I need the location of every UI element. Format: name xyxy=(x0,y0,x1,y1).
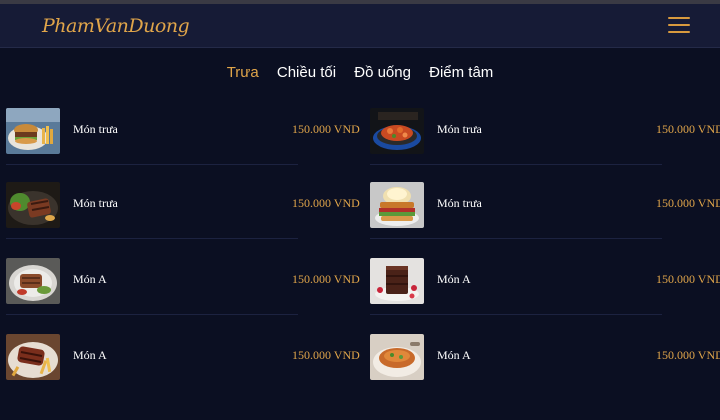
menu-item-price: 150.000 VND xyxy=(656,272,720,286)
menu-item[interactable]: Món A 150.000 VND xyxy=(6,256,360,318)
menu-item-price: 150.000 VND xyxy=(656,196,720,210)
menu-item-name: Món trưa xyxy=(73,196,118,210)
food-image-sandwich xyxy=(370,182,424,228)
menu-item-price: 150.000 VND xyxy=(656,348,720,362)
food-image-pasta-pan xyxy=(370,108,424,154)
tab-chieu-toi[interactable]: Chiều tối xyxy=(277,64,336,81)
divider xyxy=(6,238,298,239)
page-bottom-edge xyxy=(0,414,720,420)
food-image-steak-salad xyxy=(6,182,60,228)
menu-item-name: Món A xyxy=(437,348,471,362)
menu-item-name: Món A xyxy=(437,272,471,286)
menu-category-tabs: Trưa Chiều tối Đồ uống Điểm tâm xyxy=(0,64,720,86)
navbar: PhamVanDuong xyxy=(0,4,720,48)
menu-item-name: Món trưa xyxy=(73,122,118,136)
menu-item-name: Món A xyxy=(73,348,107,362)
food-image-grilled-meat-plate xyxy=(6,258,60,304)
divider xyxy=(370,164,662,165)
menu-item-price: 150.000 VND xyxy=(292,348,360,362)
menu-item[interactable]: Món trưa 150.000 VND xyxy=(6,180,360,242)
menu-item-price: 150.000 VND xyxy=(292,196,360,210)
menu-item[interactable]: Món A 150.000 VND xyxy=(6,332,360,394)
menu-item-name: Món trưa xyxy=(437,196,482,210)
menu-item-price: 150.000 VND xyxy=(656,122,720,136)
divider xyxy=(370,238,662,239)
divider xyxy=(6,314,298,315)
divider xyxy=(6,164,298,165)
menu-item-name: Món trưa xyxy=(437,122,482,136)
menu-item-name: Món A xyxy=(73,272,107,286)
menu-item-price: 150.000 VND xyxy=(292,272,360,286)
food-image-soup-bowl xyxy=(370,334,424,380)
tab-do-uong[interactable]: Đồ uống xyxy=(354,64,411,81)
food-image-burger-fries xyxy=(6,108,60,154)
tab-diem-tam[interactable]: Điểm tâm xyxy=(429,64,493,81)
menu-item[interactable]: Món trưa 150.000 VND xyxy=(370,180,720,242)
menu-item-price: 150.000 VND xyxy=(292,122,360,136)
hamburger-menu-icon[interactable] xyxy=(668,17,690,35)
menu-item[interactable]: Món A 150.000 VND xyxy=(370,256,720,318)
brand-logo[interactable]: PhamVanDuong xyxy=(42,15,190,37)
tab-trua[interactable]: Trưa xyxy=(227,64,259,81)
menu-item[interactable]: Món trưa 150.000 VND xyxy=(6,106,360,168)
menu-item[interactable]: Món A 150.000 VND xyxy=(370,332,720,394)
divider xyxy=(370,314,662,315)
food-image-steak-fries xyxy=(6,334,60,380)
food-image-chocolate-dessert xyxy=(370,258,424,304)
menu-item[interactable]: Món trưa 150.000 VND xyxy=(370,106,720,168)
